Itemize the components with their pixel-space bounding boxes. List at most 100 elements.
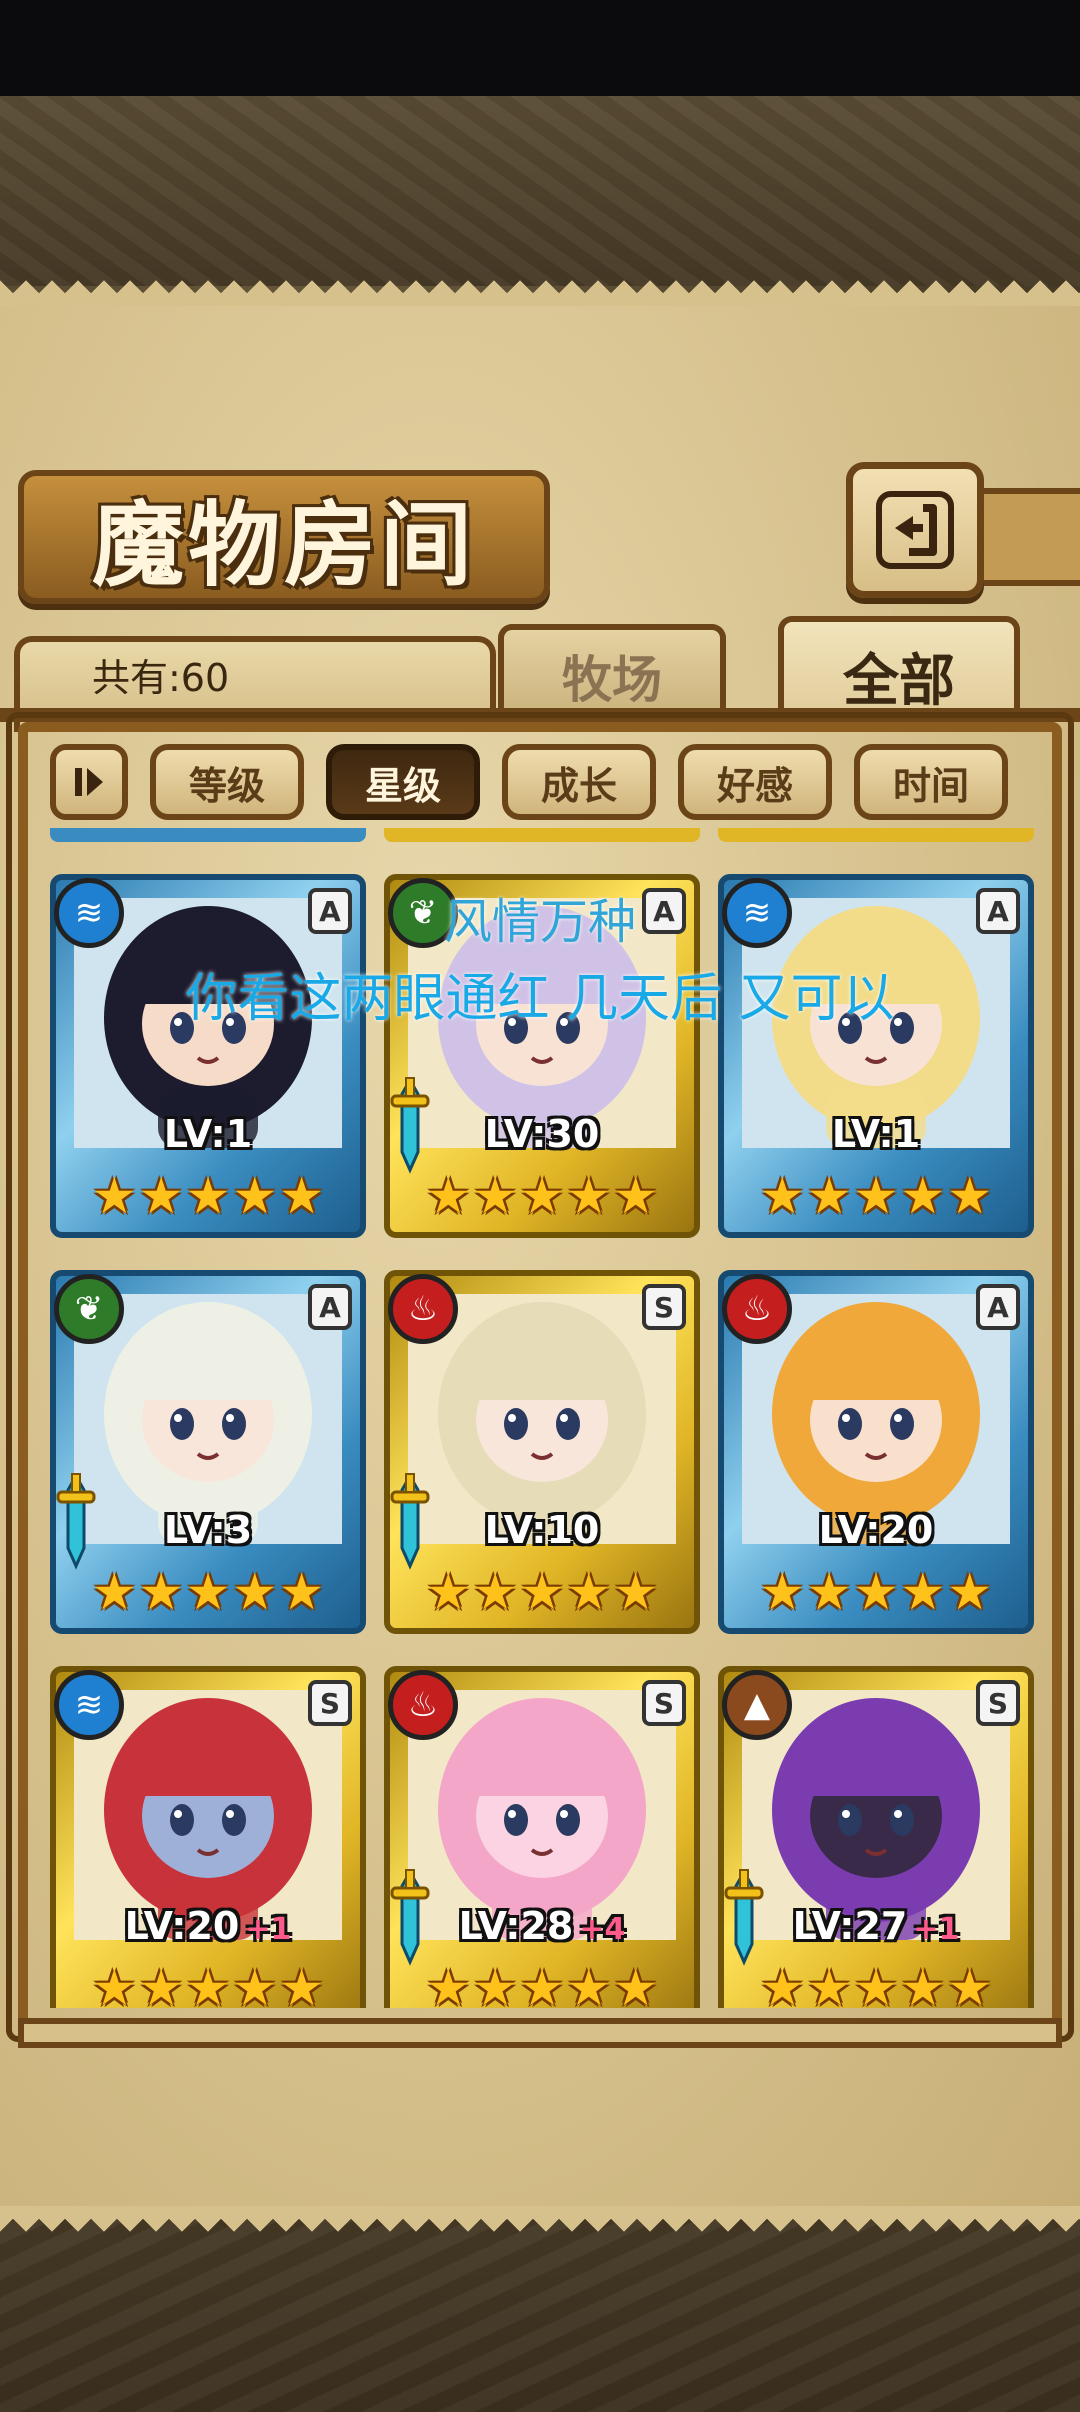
monster-card[interactable]: ≋ S LV:20 +1 ★ ★ ★ ★ ★ bbox=[50, 1666, 366, 2008]
sort-affection-button[interactable]: 好感 bbox=[678, 744, 832, 820]
back-button[interactable] bbox=[846, 462, 984, 598]
monster-level: LV:3 bbox=[50, 1508, 366, 1552]
star-icon: ★ bbox=[806, 1167, 852, 1225]
monster-level: LV:20 +1 bbox=[50, 1904, 366, 1948]
rank-badge: A bbox=[976, 1284, 1020, 1330]
star-icon: ★ bbox=[613, 1167, 659, 1225]
pause-toggle-icon bbox=[75, 768, 103, 796]
level-label: LV:1 bbox=[831, 1112, 921, 1156]
fire-element-icon: ♨ bbox=[388, 1274, 458, 1344]
star-icon: ★ bbox=[425, 1563, 471, 1621]
card-peek bbox=[50, 828, 366, 842]
star-icon: ★ bbox=[425, 1959, 471, 2008]
star-rating: ★ ★ ★ ★ ★ bbox=[384, 1562, 700, 1622]
status-bar bbox=[0, 0, 1080, 96]
water-element-icon: ≋ bbox=[54, 1670, 124, 1740]
panel-torn-edge-bottom bbox=[0, 2206, 1080, 2232]
star-icon: ★ bbox=[138, 1959, 184, 2008]
fire-element-icon: ♨ bbox=[722, 1274, 792, 1344]
sort-level-button[interactable]: 等级 bbox=[150, 744, 304, 820]
star-icon: ★ bbox=[853, 1959, 899, 2008]
level-bonus: +1 bbox=[245, 1912, 292, 1947]
monster-level: LV:28 +4 bbox=[384, 1904, 700, 1948]
map-background-top bbox=[0, 96, 1080, 286]
back-arrow-icon bbox=[876, 491, 954, 569]
star-icon: ★ bbox=[91, 1563, 137, 1621]
star-rating: ★ ★ ★ ★ ★ bbox=[718, 1958, 1034, 2008]
monster-level: LV:1 bbox=[718, 1112, 1034, 1156]
star-icon: ★ bbox=[425, 1167, 471, 1225]
star-icon: ★ bbox=[566, 1167, 612, 1225]
star-icon: ★ bbox=[853, 1167, 899, 1225]
star-icon: ★ bbox=[232, 1563, 278, 1621]
star-icon: ★ bbox=[185, 1959, 231, 2008]
monster-level: LV:20 bbox=[718, 1508, 1034, 1552]
monster-card[interactable]: ♨ A LV:20 ★ ★ ★ ★ ★ bbox=[718, 1270, 1034, 1634]
star-icon: ★ bbox=[472, 1167, 518, 1225]
star-icon: ★ bbox=[566, 1563, 612, 1621]
star-icon: ★ bbox=[759, 1563, 805, 1621]
star-icon: ★ bbox=[853, 1563, 899, 1621]
list-bottom-bar bbox=[18, 2018, 1062, 2048]
star-icon: ★ bbox=[613, 1563, 659, 1621]
level-bonus: +1 bbox=[913, 1912, 960, 1947]
star-icon: ★ bbox=[806, 1959, 852, 2008]
level-label: LV:30 bbox=[484, 1112, 600, 1156]
monster-card[interactable]: ♨ S LV:28 +4 ★ ★ ★ ★ ★ bbox=[384, 1666, 700, 2008]
overlay-caption-line1: 风情万种 bbox=[443, 894, 636, 950]
earth-element-icon: ▲ bbox=[722, 1670, 792, 1740]
star-rating: ★ ★ ★ ★ ★ bbox=[718, 1166, 1034, 1226]
rank-badge: A bbox=[308, 1284, 352, 1330]
page-title: 魔物房间 bbox=[91, 490, 476, 599]
star-icon: ★ bbox=[91, 1167, 137, 1225]
star-icon: ★ bbox=[613, 1959, 659, 2008]
star-rating: ★ ★ ★ ★ ★ bbox=[384, 1958, 700, 2008]
sort-time-button[interactable]: 时间 bbox=[854, 744, 1008, 820]
star-icon: ★ bbox=[759, 1167, 805, 1225]
star-icon: ★ bbox=[947, 1959, 993, 2008]
star-icon: ★ bbox=[138, 1167, 184, 1225]
star-icon: ★ bbox=[472, 1563, 518, 1621]
star-icon: ★ bbox=[759, 1959, 805, 2008]
star-icon: ★ bbox=[279, 1563, 325, 1621]
star-icon: ★ bbox=[519, 1563, 565, 1621]
star-icon: ★ bbox=[519, 1959, 565, 2008]
star-rating: ★ ★ ★ ★ ★ bbox=[50, 1562, 366, 1622]
rank-badge: S bbox=[642, 1680, 686, 1726]
fire-element-icon: ♨ bbox=[388, 1670, 458, 1740]
rank-badge: S bbox=[642, 1284, 686, 1330]
sort-star-button[interactable]: 星级 bbox=[326, 744, 480, 820]
monster-level: LV:30 bbox=[384, 1112, 700, 1156]
monster-card[interactable]: ❦ A LV:3 ★ ★ ★ ★ ★ bbox=[50, 1270, 366, 1634]
monster-level: LV:27 +1 bbox=[718, 1904, 1034, 1948]
star-icon: ★ bbox=[806, 1563, 852, 1621]
card-peek bbox=[718, 828, 1034, 842]
sort-growth-button[interactable]: 成长 bbox=[502, 744, 656, 820]
monster-count: 共有:60 bbox=[92, 655, 230, 700]
star-icon: ★ bbox=[138, 1563, 184, 1621]
overlay-caption-line2: 你看这两眼通红 几天后 又可以 bbox=[185, 969, 895, 1029]
star-icon: ★ bbox=[566, 1959, 612, 2008]
rank-badge: S bbox=[976, 1680, 1020, 1726]
monster-card[interactable]: ▲ S LV:27 +1 ★ ★ ★ ★ ★ bbox=[718, 1666, 1034, 2008]
star-icon: ★ bbox=[185, 1563, 231, 1621]
pause-toggle-button[interactable] bbox=[50, 744, 128, 820]
level-label: LV:10 bbox=[484, 1508, 600, 1552]
level-label: LV:1 bbox=[163, 1112, 253, 1156]
star-rating: ★ ★ ★ ★ ★ bbox=[384, 1166, 700, 1226]
level-label: LV:28 bbox=[458, 1904, 574, 1948]
star-icon: ★ bbox=[900, 1959, 946, 2008]
star-icon: ★ bbox=[232, 1959, 278, 2008]
monster-card[interactable]: ♨ S LV:10 ★ ★ ★ ★ ★ bbox=[384, 1270, 700, 1634]
panel-torn-edge-top bbox=[0, 280, 1080, 306]
star-rating: ★ ★ ★ ★ ★ bbox=[50, 1958, 366, 2008]
star-icon: ★ bbox=[279, 1959, 325, 2008]
star-icon: ★ bbox=[279, 1167, 325, 1225]
star-icon: ★ bbox=[900, 1167, 946, 1225]
star-rating: ★ ★ ★ ★ ★ bbox=[718, 1562, 1034, 1622]
star-icon: ★ bbox=[91, 1959, 137, 2008]
card-peek bbox=[384, 828, 700, 842]
star-icon: ★ bbox=[947, 1563, 993, 1621]
level-label: LV:3 bbox=[163, 1508, 253, 1552]
star-icon: ★ bbox=[900, 1563, 946, 1621]
